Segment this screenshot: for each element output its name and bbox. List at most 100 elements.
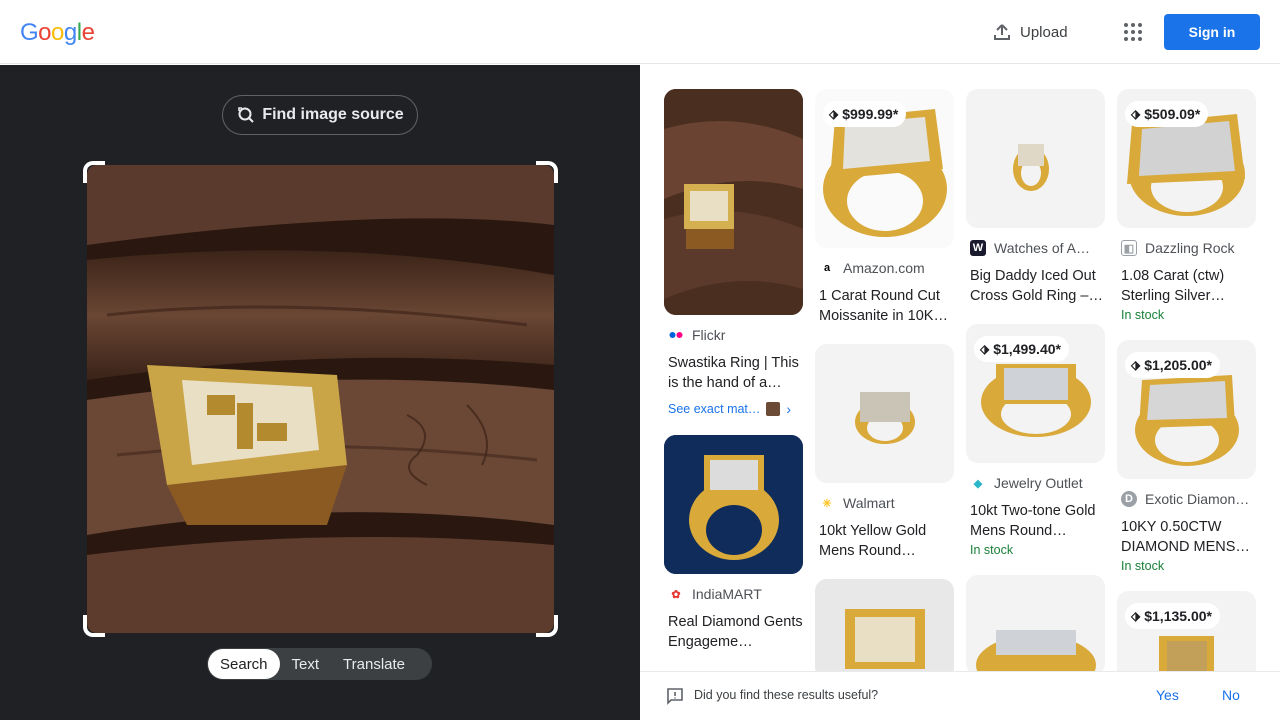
result-source[interactable]: a Amazon.com: [815, 260, 954, 276]
price-tag-icon: ⬗: [829, 107, 839, 121]
source-name: Watches of A…: [994, 240, 1090, 256]
result-title[interactable]: 1.08 Carat (ctw) Sterling Silver…: [1117, 266, 1256, 306]
result-thumbnail[interactable]: ⬗ $999.99*: [815, 89, 954, 248]
amazon-icon: a: [819, 260, 835, 276]
result-thumbnail[interactable]: [815, 344, 954, 483]
result-card[interactable]: W Watches of A… Big Daddy Iced Out Cross…: [966, 89, 1105, 306]
result-source[interactable]: Flickr: [664, 327, 803, 343]
crop-selection[interactable]: [83, 161, 558, 637]
exact-matches-label: See exact mat…: [668, 402, 761, 416]
feedback-yes-button[interactable]: Yes: [1156, 687, 1179, 703]
result-title[interactable]: 10kt Two-tone Gold Mens Round…: [966, 501, 1105, 541]
feedback-icon: [667, 688, 683, 705]
indiamart-icon: ✿: [671, 588, 681, 601]
result-thumbnail[interactable]: ⬗ $1,499.40*: [966, 324, 1105, 463]
crop-handle-top-right[interactable]: [536, 161, 558, 183]
upload-icon: [994, 24, 1010, 40]
logo-letter: g: [63, 19, 77, 46]
result-thumbnail[interactable]: [966, 575, 1105, 675]
logo-letter: e: [81, 19, 95, 46]
result-card[interactable]: ✳ Walmart 10kt Yellow Gold Mens Round…: [815, 344, 954, 561]
result-card[interactable]: [815, 579, 954, 679]
result-source[interactable]: ✳ Walmart: [815, 495, 954, 511]
diamond-icon: ◆: [973, 477, 983, 490]
result-source[interactable]: ◆ Jewelry Outlet: [966, 475, 1105, 491]
result-thumbnail[interactable]: [664, 435, 803, 574]
crop-handle-top-left[interactable]: [83, 161, 105, 183]
exotic-diamonds-icon: D: [1121, 491, 1137, 507]
feedback-bar: Did you find these results useful? Yes N…: [640, 671, 1280, 720]
result-thumbnail[interactable]: ⬗ $1,205.00*: [1117, 340, 1256, 479]
apps-dot: [1124, 23, 1128, 27]
result-source[interactable]: ◧ Dazzling Rock: [1117, 240, 1256, 256]
stock-status: In stock: [970, 543, 1014, 557]
price-value: $1,499.40*: [993, 341, 1061, 357]
google-logo[interactable]: Google: [20, 19, 95, 47]
result-title[interactable]: Real Diamond Gents Engageme…: [664, 612, 803, 652]
exact-match-thumbnail: [766, 402, 781, 416]
search-mode-tabs: Search Text Translate: [207, 648, 432, 680]
result-thumbnail[interactable]: [815, 579, 954, 679]
result-card[interactable]: [966, 575, 1105, 675]
dazzling-rock-icon: ◧: [1121, 240, 1137, 256]
results-column: ⬗ $509.09* ◧ Dazzling Rock 1.08 Carat (c…: [1117, 89, 1256, 709]
price-tag-icon: ⬗: [1131, 609, 1141, 623]
result-title[interactable]: 1 Carat Round Cut Moissanite in 10K…: [815, 286, 954, 326]
tab-text[interactable]: Text: [280, 649, 332, 679]
visual-matches-panel: Flickr Swastika Ring | This is the hand …: [640, 65, 1280, 720]
source-name: Walmart: [843, 495, 895, 511]
results-column: Flickr Swastika Ring | This is the hand …: [664, 89, 803, 670]
upload-button[interactable]: Upload: [992, 20, 1068, 44]
tab-translate[interactable]: Translate: [331, 649, 417, 679]
find-image-source-button[interactable]: Find image source: [222, 95, 418, 135]
source-name: Flickr: [692, 327, 726, 343]
result-thumbnail[interactable]: ⬗ $509.09*: [1117, 89, 1256, 228]
apps-grid-icon[interactable]: [1120, 20, 1144, 44]
result-card[interactable]: Flickr Swastika Ring | This is the hand …: [664, 89, 803, 417]
logo-letter: o: [51, 19, 64, 46]
source-name: Jewelry Outlet: [994, 475, 1083, 491]
tab-search[interactable]: Search: [208, 649, 280, 679]
apps-dot: [1124, 30, 1128, 34]
price-tag-icon: ⬗: [1131, 358, 1141, 372]
result-title[interactable]: Swastika Ring | This is the hand of a…: [664, 353, 803, 393]
apps-dot: [1131, 37, 1135, 41]
result-source[interactable]: D Exotic Diamon…: [1117, 491, 1256, 507]
walmart-icon: ✳: [822, 497, 832, 510]
logo-letter: o: [38, 19, 52, 46]
result-thumbnail[interactable]: [664, 89, 803, 315]
result-source[interactable]: ✿ IndiaMART: [664, 586, 803, 602]
price-badge: ⬗ $1,135.00*: [1125, 603, 1220, 629]
price-badge: ⬗ $1,205.00*: [1125, 352, 1220, 378]
price-badge: ⬗ $1,499.40*: [974, 336, 1069, 362]
source-name: Dazzling Rock: [1145, 240, 1235, 256]
logo-letter: G: [20, 19, 39, 46]
source-name: Amazon.com: [843, 260, 925, 276]
result-card[interactable]: ⬗ $1,499.40* ◆ Jewelry Outlet 10kt Two-t…: [966, 324, 1105, 557]
result-card[interactable]: ✿ IndiaMART Real Diamond Gents Engageme…: [664, 435, 803, 652]
source-name: Exotic Diamon…: [1145, 491, 1250, 507]
stock-status: In stock: [1121, 308, 1165, 322]
result-title[interactable]: 10kt Yellow Gold Mens Round…: [815, 521, 954, 561]
stock-status: In stock: [1121, 559, 1165, 573]
upload-label: Upload: [1020, 23, 1068, 41]
result-card[interactable]: ⬗ $999.99* a Amazon.com 1 Carat Round Cu…: [815, 89, 954, 326]
see-exact-matches-link[interactable]: See exact mat… ›: [664, 401, 803, 417]
result-source[interactable]: W Watches of A…: [966, 240, 1105, 256]
price-badge: ⬗ $509.09*: [1125, 101, 1209, 127]
crop-handle-bottom-left[interactable]: [83, 615, 105, 637]
result-thumbnail[interactable]: [966, 89, 1105, 228]
watches-of-america-icon: W: [970, 240, 986, 256]
result-card[interactable]: ⬗ $1,205.00* D Exotic Diamon… 10KY 0.50C…: [1117, 340, 1256, 573]
crop-handle-bottom-right[interactable]: [536, 615, 558, 637]
price-value: $1,205.00*: [1144, 357, 1212, 373]
chevron-right-icon: ›: [786, 401, 792, 417]
sign-in-button[interactable]: Sign in: [1164, 14, 1260, 50]
result-card[interactable]: ⬗ $509.09* ◧ Dazzling Rock 1.08 Carat (c…: [1117, 89, 1256, 322]
feedback-no-button[interactable]: No: [1222, 687, 1240, 703]
results-column: ⬗ $999.99* a Amazon.com 1 Carat Round Cu…: [815, 89, 954, 697]
result-title[interactable]: Big Daddy Iced Out Cross Gold Ring –…: [966, 266, 1105, 306]
apps-dot: [1138, 23, 1142, 27]
result-title[interactable]: 10KY 0.50CTW DIAMOND MENS…: [1117, 517, 1256, 557]
lens-search-icon: [238, 107, 255, 123]
